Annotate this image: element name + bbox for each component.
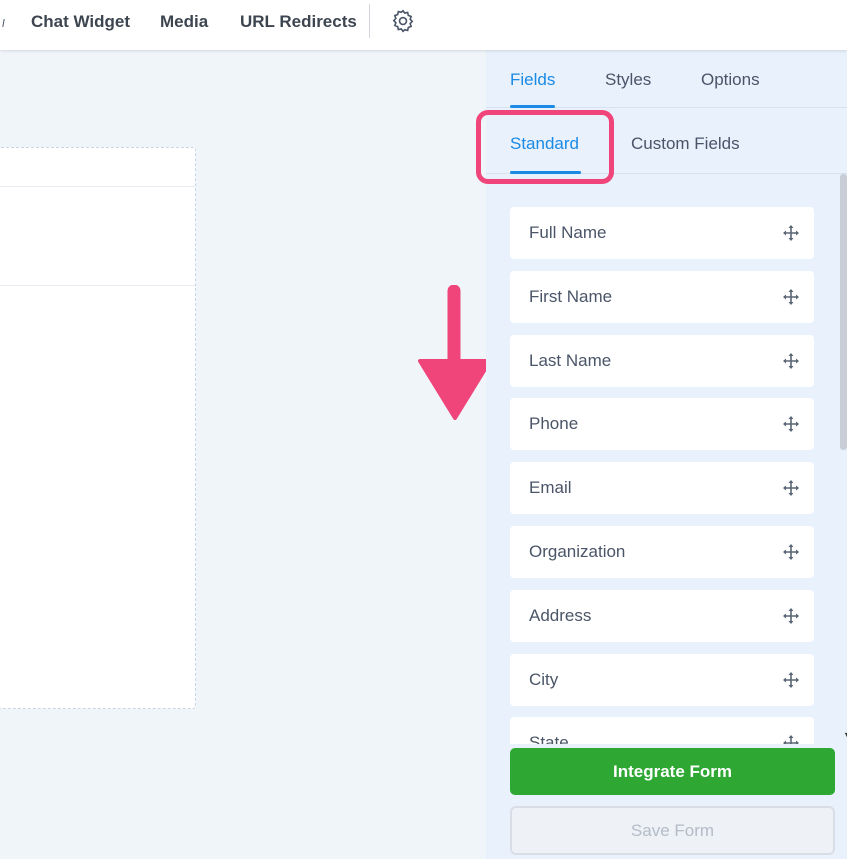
move-icon[interactable]	[782, 352, 800, 370]
field-item-phone[interactable]: Phone	[510, 398, 814, 450]
tab-fields[interactable]: Fields	[510, 70, 555, 90]
nav-item-media[interactable]: Media	[160, 12, 208, 32]
scroll-down-arrow-icon[interactable]: ▼	[843, 730, 847, 740]
field-label: Last Name	[529, 351, 612, 370]
nav-item-cut	[0, 19, 5, 27]
field-item-state[interactable]: State	[510, 717, 814, 744]
down-arrow-icon	[418, 285, 492, 420]
field-item-full-name[interactable]: Full Name	[510, 207, 814, 259]
nav-divider	[369, 4, 370, 38]
highlight-annotation	[476, 110, 614, 184]
field-item-first-name[interactable]: First Name	[510, 271, 814, 323]
form-canvas[interactable]	[0, 147, 196, 709]
top-nav: Chat Widget Media URL Redirects	[0, 0, 847, 50]
canvas-divider	[0, 285, 195, 286]
gear-icon[interactable]	[390, 8, 416, 34]
field-label: First Name	[529, 287, 613, 306]
nav-item-chat-widget[interactable]: Chat Widget	[31, 12, 130, 32]
move-icon[interactable]	[782, 543, 800, 561]
field-label: Full Name	[529, 223, 607, 242]
field-item-city[interactable]: City	[510, 654, 814, 706]
canvas-divider	[0, 186, 195, 187]
field-label: Email	[529, 478, 572, 497]
integrate-form-button[interactable]: Integrate Form	[510, 748, 835, 795]
field-item-last-name[interactable]: Last Name	[510, 335, 814, 387]
move-icon[interactable]	[782, 671, 800, 689]
nav-item-url-redirects[interactable]: URL Redirects	[240, 12, 357, 32]
field-sub-tabs: Standard Custom Fields	[476, 108, 847, 184]
field-label: Organization	[529, 542, 626, 561]
field-item-address[interactable]: Address	[510, 590, 814, 642]
panel-tabs: Fields Styles Options	[486, 50, 847, 108]
move-icon[interactable]	[782, 734, 800, 744]
standard-fields-list: Full Name First Name Last Name Phone Ema…	[486, 174, 847, 744]
move-icon[interactable]	[782, 415, 800, 433]
form-builder-panel: Fields Styles Options Standard Custom Fi…	[476, 50, 847, 859]
move-icon[interactable]	[782, 607, 800, 625]
field-label: City	[529, 670, 559, 689]
tab-options[interactable]: Options	[701, 70, 760, 90]
move-icon[interactable]	[782, 288, 800, 306]
field-item-email[interactable]: Email	[510, 462, 814, 514]
fields-scrollbar[interactable]	[840, 174, 847, 450]
tab-styles[interactable]: Styles	[605, 70, 651, 90]
field-item-organization[interactable]: Organization	[510, 526, 814, 578]
field-label: State	[529, 733, 569, 744]
field-label: Address	[529, 606, 592, 625]
save-form-button[interactable]: Save Form	[510, 806, 835, 855]
move-icon[interactable]	[782, 224, 800, 242]
tab-custom-fields[interactable]: Custom Fields	[631, 134, 740, 154]
field-label: Phone	[529, 414, 579, 433]
move-icon[interactable]	[782, 479, 800, 497]
